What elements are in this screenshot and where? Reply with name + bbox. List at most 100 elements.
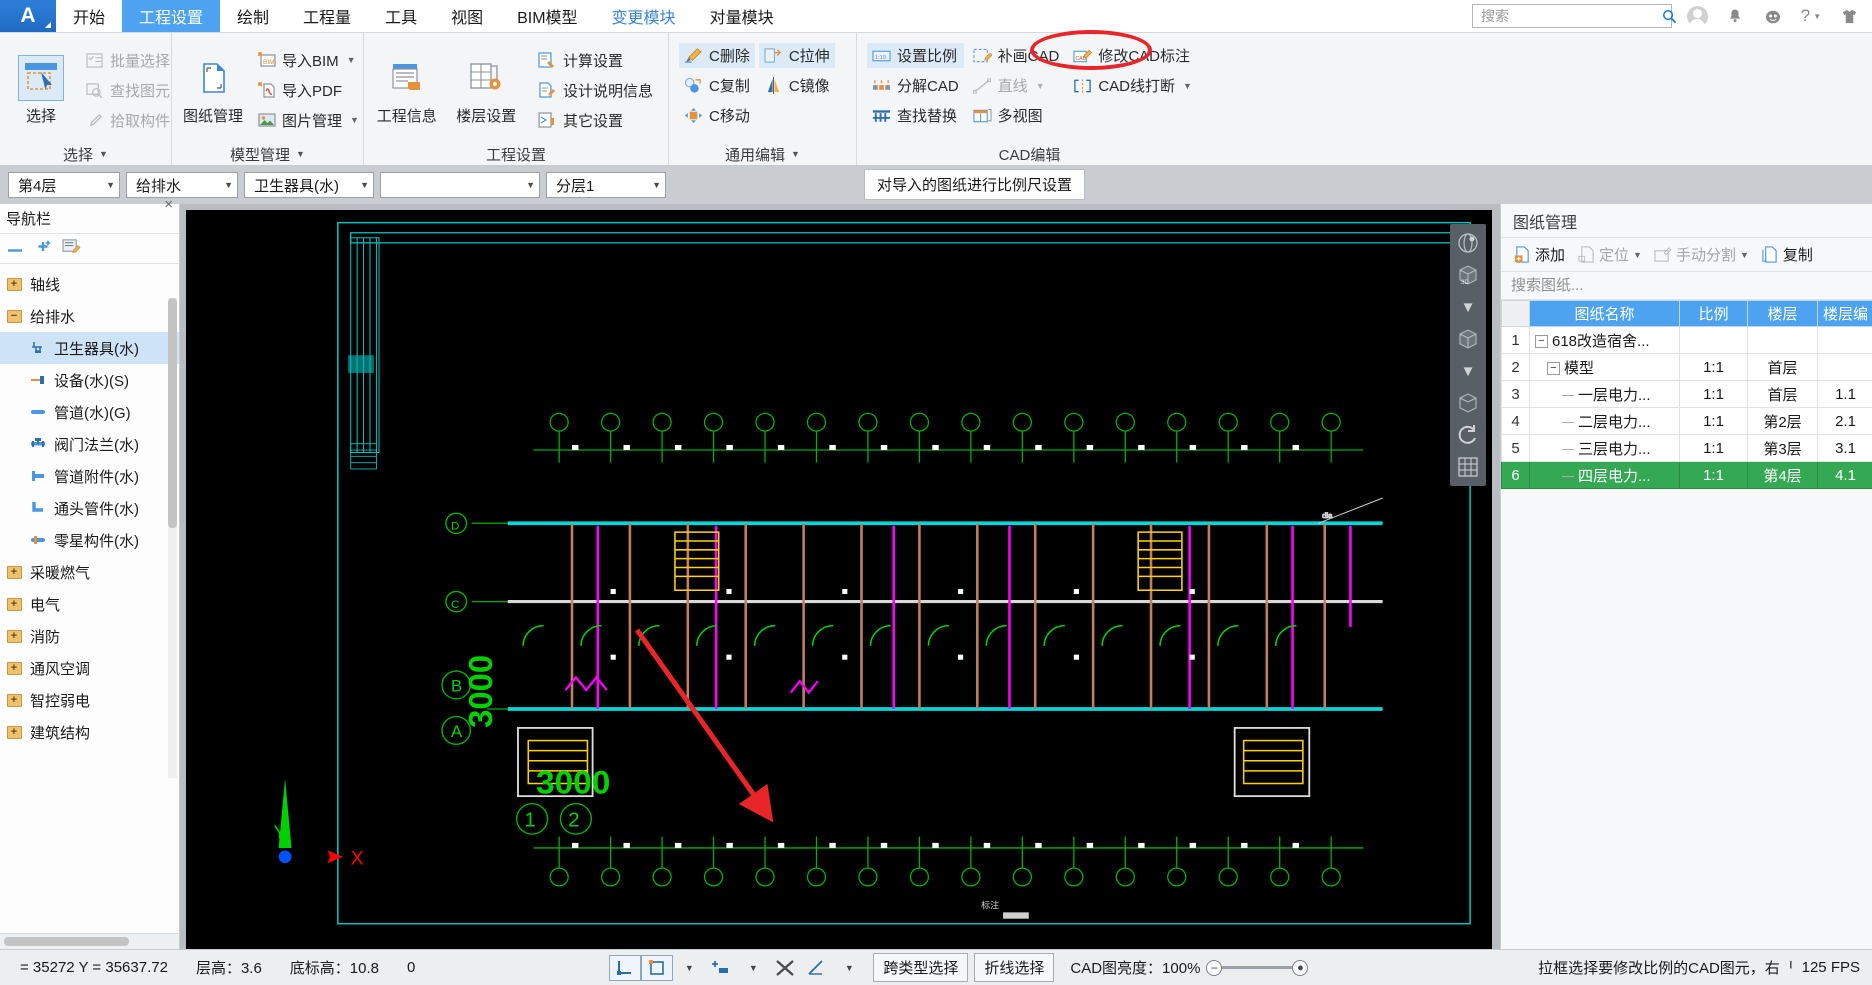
edit-list-icon[interactable] bbox=[62, 238, 81, 259]
nav-item-pipe[interactable]: 管道(水)(G) bbox=[0, 396, 179, 428]
project-info-button[interactable]: 工程信息 bbox=[374, 53, 439, 128]
chevron-down-icon[interactable]: ▼ bbox=[1453, 292, 1483, 322]
nav-item-hvac[interactable]: + 通风空调 bbox=[0, 652, 179, 684]
dropdown-toggle[interactable]: ▼ bbox=[737, 955, 769, 981]
close-icon[interactable]: × bbox=[164, 196, 173, 213]
brightness-increase-button[interactable]: ● bbox=[1292, 959, 1309, 976]
dropdown-toggle[interactable]: ▼ bbox=[673, 955, 705, 981]
menu-item-quantity[interactable]: 工程量 bbox=[286, 0, 368, 32]
global-search-box[interactable] bbox=[1472, 4, 1677, 28]
shirt-icon[interactable] bbox=[1836, 3, 1862, 29]
row-drawing-name[interactable]: 四层电力... bbox=[1529, 461, 1680, 489]
set-scale-button[interactable]: 1:10 设置比例 bbox=[867, 43, 964, 68]
polyline-select-button[interactable]: 折线选择 bbox=[974, 953, 1055, 982]
add-point-icon[interactable] bbox=[705, 955, 737, 981]
table-row[interactable]: 2 − 模型 1:1 首层 bbox=[1501, 353, 1872, 381]
add-drawing-button[interactable]: 添加 bbox=[1509, 242, 1569, 267]
c-copy-button[interactable]: C复制 bbox=[679, 73, 755, 98]
c-mirror-button[interactable]: C镜像 bbox=[759, 73, 835, 98]
locate-drawing-button[interactable]: 定位 ▼ bbox=[1573, 242, 1646, 267]
bell-icon[interactable] bbox=[1722, 3, 1748, 29]
select-button[interactable]: 选择 bbox=[10, 53, 72, 128]
front-view-icon[interactable] bbox=[1453, 324, 1483, 354]
edit-cad-dim-button[interactable]: CAD 修改CAD标注 bbox=[1068, 43, 1197, 68]
minus-icon[interactable] bbox=[8, 240, 24, 257]
drawing-search-box[interactable] bbox=[1501, 272, 1872, 300]
explode-cad-button[interactable]: 分解CAD bbox=[867, 73, 964, 98]
table-row[interactable]: 1 −618改造宿舍... bbox=[1501, 326, 1872, 354]
delete-x-icon[interactable] bbox=[769, 955, 801, 981]
cad-break-button[interactable]: CAD线打断 ▼ bbox=[1068, 73, 1197, 98]
menu-item-measure-module[interactable]: 对量模块 bbox=[693, 0, 791, 32]
find-element-button[interactable]: 查找图元 bbox=[80, 78, 175, 103]
batch-select-button[interactable]: 批量选择 bbox=[80, 48, 175, 73]
cad-drawing-canvas[interactable]: B A D C 3000 3000 1 2 dia 标注 Y X 3D ▼ ▼ bbox=[186, 210, 1492, 949]
angle-icon[interactable] bbox=[801, 955, 833, 981]
col-floor-header[interactable]: 楼层 bbox=[1747, 300, 1818, 327]
menu-item-bim-model[interactable]: BIM模型 bbox=[500, 0, 594, 32]
brightness-slider[interactable] bbox=[1222, 966, 1293, 969]
nav-vertical-scrollbar[interactable] bbox=[168, 298, 177, 778]
table-row[interactable]: 3 一层电力... 1:1 首层 1.1 bbox=[1501, 380, 1872, 408]
redraw-cad-button[interactable]: 补画CAD bbox=[968, 43, 1065, 68]
design-note-button[interactable]: 设计说明信息 bbox=[533, 78, 658, 103]
expand-toggle-icon[interactable]: − bbox=[1547, 362, 1560, 376]
menu-item-tools[interactable]: 工具 bbox=[368, 0, 434, 32]
pick-component-button[interactable]: 拾取构件 bbox=[80, 108, 175, 133]
col-drawing-name-header[interactable]: 图纸名称 bbox=[1529, 300, 1680, 327]
rotate-icon[interactable] bbox=[1453, 420, 1483, 450]
ribbon-group-title-select[interactable]: 选择 ▼ bbox=[0, 143, 171, 165]
nav-item-valve-flange[interactable]: 阀门法兰(水) bbox=[0, 428, 179, 460]
nav-item-smart-weak-current[interactable]: + 智控弱电 bbox=[0, 684, 179, 716]
row-drawing-name[interactable]: − 模型 bbox=[1529, 353, 1680, 381]
nav-item-architecture-structure[interactable]: + 建筑结构 bbox=[0, 716, 179, 748]
nav-item-equipment[interactable]: 设备(水)(S) bbox=[0, 364, 179, 396]
row-drawing-name[interactable]: −618改造宿舍... bbox=[1529, 326, 1680, 354]
table-row[interactable]: 4 二层电力... 1:1 第2层 2.1 bbox=[1501, 407, 1872, 435]
copy-drawing-button[interactable]: 复制 bbox=[1757, 242, 1817, 267]
3d-box-icon[interactable]: 3D bbox=[1453, 260, 1483, 290]
nav-item-axis[interactable]: + 轴线 bbox=[0, 268, 179, 300]
multi-view-button[interactable]: 多视图 bbox=[968, 103, 1065, 128]
drawing-manage-button[interactable]: 图纸管理 bbox=[182, 53, 244, 128]
search-icon[interactable] bbox=[1662, 3, 1677, 29]
layer-combo[interactable]: 分层1 ▼ bbox=[546, 172, 666, 198]
image-manage-button[interactable]: 图片管理 ▼ bbox=[252, 108, 364, 133]
menu-item-project-settings[interactable]: 工程设置 bbox=[122, 0, 221, 32]
nav-item-pipe-fitting[interactable]: 通头管件(水) bbox=[0, 492, 179, 524]
nav-item-sanitary-fixture[interactable]: 卫生器具(水) bbox=[0, 332, 179, 364]
col-floor-no-header[interactable]: 楼层编 bbox=[1817, 300, 1872, 327]
nav-item-electrical[interactable]: + 电气 bbox=[0, 588, 179, 620]
c-move-button[interactable]: C移动 bbox=[679, 103, 755, 128]
row-drawing-name[interactable]: 二层电力... bbox=[1529, 407, 1680, 435]
c-delete-button[interactable]: C删除 bbox=[679, 43, 755, 68]
row-drawing-name[interactable]: 三层电力... bbox=[1529, 434, 1680, 462]
dropdown-toggle[interactable]: ▼ bbox=[833, 955, 865, 981]
brightness-decrease-button[interactable]: − bbox=[1206, 959, 1223, 976]
nav-horizontal-scrollbar[interactable] bbox=[0, 933, 179, 949]
row-drawing-name[interactable]: 一层电力... bbox=[1529, 380, 1680, 408]
chevron-down-icon[interactable]: ▼ bbox=[1453, 356, 1483, 386]
calc-setting-button[interactable]: 计算设置 bbox=[533, 48, 658, 73]
ribbon-group-title-common-edit[interactable]: 通用编辑 ▼ bbox=[669, 143, 856, 165]
scroll-thumb[interactable] bbox=[168, 298, 177, 528]
nav-item-heating-gas[interactable]: + 采暖燃气 bbox=[0, 556, 179, 588]
col-scale-header[interactable]: 比例 bbox=[1679, 300, 1748, 327]
component-combo[interactable]: 卫生器具(水) ▼ bbox=[244, 172, 374, 198]
menu-item-view[interactable]: 视图 bbox=[434, 0, 500, 32]
table-row[interactable]: 5 三层电力... 1:1 第3层 3.1 bbox=[1501, 434, 1872, 462]
rect-icon[interactable] bbox=[641, 954, 674, 981]
other-setting-button[interactable]: 其它设置 bbox=[533, 108, 658, 133]
table-row[interactable]: 6 四层电力... 1:1 第4层 4.1 bbox=[1501, 461, 1872, 489]
grid-icon[interactable] bbox=[1453, 452, 1483, 482]
face-icon[interactable] bbox=[1760, 3, 1786, 29]
nav-item-plumbing[interactable]: − 给排水 bbox=[0, 300, 179, 332]
orbit-icon[interactable] bbox=[1453, 228, 1483, 258]
import-pdf-button[interactable]: 导入PDF bbox=[252, 78, 364, 103]
floor-setting-button[interactable]: 楼层设置 bbox=[453, 53, 518, 128]
nav-item-misc-component[interactable]: 零星构件(水) bbox=[0, 524, 179, 556]
avatar[interactable] bbox=[1684, 3, 1710, 29]
search-input[interactable] bbox=[1481, 8, 1662, 24]
iso-view-icon[interactable] bbox=[1453, 388, 1483, 418]
scroll-thumb[interactable] bbox=[4, 937, 129, 946]
